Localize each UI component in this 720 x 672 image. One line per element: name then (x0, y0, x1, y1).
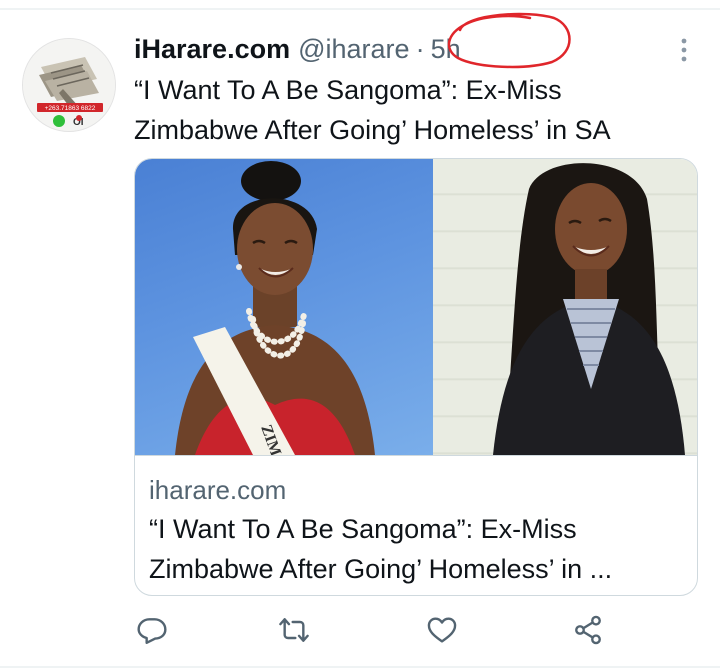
retweet-icon[interactable] (278, 614, 314, 650)
tweet-text-line: Zimbabwe After Going’ Homeless’ in SA (134, 115, 611, 145)
avatar-phone-text: +263.71863 6822 (45, 105, 96, 112)
action-bar (136, 614, 616, 654)
pageant-photo[interactable]: ZIM (135, 159, 433, 455)
portrait-photo[interactable] (433, 159, 697, 455)
like-icon[interactable] (426, 614, 462, 650)
avatar[interactable]: +263.71863 6822 OI (22, 38, 116, 132)
card-title-line: Zimbabwe After Going’ Homeless’ in ... (149, 554, 613, 584)
card-images[interactable]: ZIM (135, 159, 697, 455)
tweet-header: iHarare.com @iharare · 5h (134, 30, 461, 68)
top-divider (0, 8, 720, 10)
tweet-text: “I Want To A Be Sangoma”: Ex-Miss Zimbab… (134, 70, 694, 150)
handle[interactable]: @iharare (298, 34, 409, 65)
reply-icon[interactable] (136, 614, 172, 650)
bottom-divider (0, 666, 720, 668)
link-card[interactable]: ZIM iharare.com “I Want To A Be Sangoma”… (134, 158, 698, 596)
newspaper-logo-icon: +263.71863 6822 OI (23, 39, 115, 131)
card-domain: iharare.com (149, 475, 287, 505)
card-title: “I Want To A Be Sangoma”: Ex-Miss Zimbab… (149, 509, 689, 589)
card-title-line: “I Want To A Be Sangoma”: Ex-Miss (149, 514, 577, 544)
separator-dot: · (415, 33, 425, 64)
timestamp[interactable]: 5h (431, 34, 461, 65)
tweet-text-line: “I Want To A Be Sangoma”: Ex-Miss (134, 75, 562, 105)
share-icon[interactable] (572, 614, 608, 650)
more-options-icon[interactable] (672, 36, 696, 64)
display-name[interactable]: iHarare.com (134, 34, 290, 65)
card-divider (135, 455, 697, 456)
